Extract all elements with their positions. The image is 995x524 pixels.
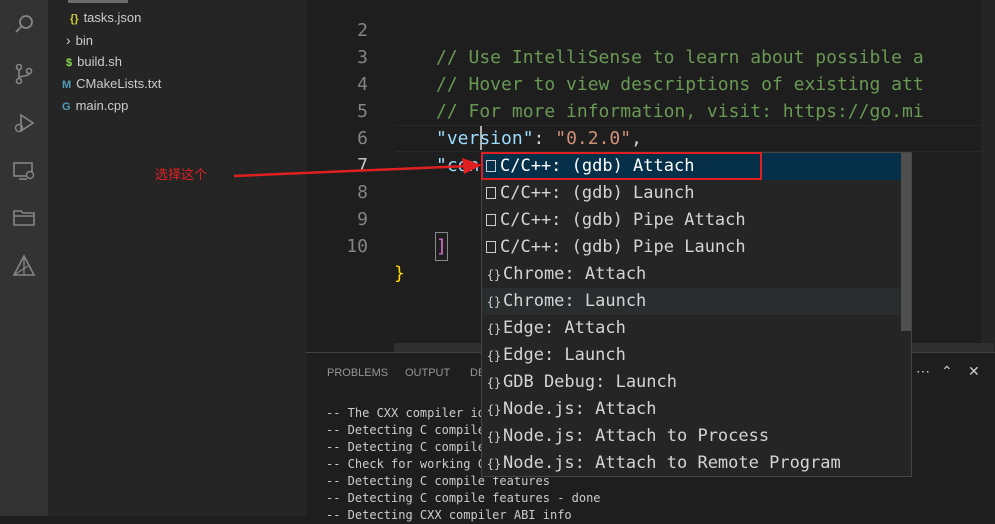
- json-bracket: ]: [435, 232, 448, 261]
- source-control-icon[interactable]: [12, 62, 36, 86]
- explorer-item-label: main.cpp: [75, 98, 129, 113]
- explorer-item-tasks-json[interactable]: {} tasks.json: [70, 7, 141, 29]
- curly-braces-icon: {}: [486, 403, 502, 417]
- curly-braces-icon: {}: [486, 457, 502, 471]
- terminal-line: -- Detecting C compile: [326, 423, 485, 437]
- suggestion-label: C/C++: (gdb) Pipe Attach: [500, 210, 746, 230]
- json-key: "version": [436, 128, 534, 149]
- suggestion-label: C/C++: (gdb) Pipe Launch: [500, 237, 746, 257]
- close-icon[interactable]: ✕: [968, 363, 980, 380]
- code-line: 2 // Use IntelliSense to learn about pos…: [306, 0, 924, 68]
- curly-braces-icon: {}: [486, 295, 502, 309]
- suggestion-item[interactable]: C/C++: (gdb) Pipe Attach: [482, 207, 902, 234]
- cmake-file-icon: M: [62, 79, 72, 91]
- json-string: "0.2.0": [555, 128, 632, 149]
- snippet-icon: [486, 241, 496, 253]
- code-line: 6 "configurations": [: [306, 98, 643, 177]
- suggestion-item[interactable]: {} Node.js: Attach: [482, 396, 902, 423]
- code-comment: // Hover to view descriptions of existin…: [436, 74, 924, 95]
- curly-braces-icon: {}: [486, 430, 502, 444]
- suggestion-label: Edge: Launch: [503, 345, 626, 365]
- suggestion-item[interactable]: {} Chrome: Attach: [482, 261, 902, 288]
- annotation-arrow: [233, 158, 482, 178]
- suggestion-item[interactable]: C/C++: (gdb) Pipe Launch: [482, 234, 902, 261]
- code-line: 4 // For more information, visit: https:…: [306, 44, 924, 122]
- json-comma: ,: [631, 128, 642, 149]
- json-colon: :: [533, 128, 556, 149]
- suggestion-item[interactable]: {} Edge: Launch: [482, 342, 902, 369]
- code-line: 3 // Hover to view descriptions of exist…: [306, 17, 924, 95]
- suggestion-item[interactable]: {} Node.js: Attach to Remote Program: [482, 450, 902, 476]
- line-number: 10: [346, 236, 368, 257]
- chevron-up-icon[interactable]: ⌃: [941, 363, 953, 380]
- explorer-item-clipped[interactable]: [68, 0, 168, 4]
- more-actions-icon[interactable]: ⋯: [916, 363, 930, 380]
- explorer-item-label: CMakeLists.txt: [76, 76, 162, 91]
- code-line: 5 "version": "0.2.0",: [306, 71, 642, 149]
- cmake-icon[interactable]: [12, 254, 36, 278]
- json-file-icon: {}: [70, 13, 79, 25]
- cpp-file-icon: G: [62, 101, 71, 113]
- explorer-item-bin[interactable]: › bin: [66, 29, 93, 51]
- snippet-icon: [486, 187, 496, 199]
- suggestion-item[interactable]: {} Node.js: Attach to Process: [482, 423, 902, 450]
- tab-problems[interactable]: PROBLEMS: [327, 367, 388, 379]
- explorer-item-main-cpp[interactable]: Gmain.cpp: [62, 95, 128, 117]
- suggestion-label: C/C++: (gdb) Launch: [500, 183, 695, 203]
- chevron-right-icon: ›: [66, 32, 71, 48]
- suggestion-label: Chrome: Attach: [503, 264, 647, 284]
- suggestion-scrollbar[interactable]: [901, 153, 911, 331]
- code-comment: // Use IntelliSense to learn about possi…: [436, 47, 924, 68]
- terminal-line: -- Check for working C: [326, 457, 485, 471]
- suggestion-item[interactable]: {} GDB Debug: Launch: [482, 369, 902, 396]
- suggestion-label: Node.js: Attach to Process: [503, 426, 770, 446]
- suggestion-item[interactable]: {} Edge: Attach: [482, 315, 902, 342]
- suggestion-widget: C/C++: (gdb) Attach C/C++: (gdb) Launch …: [481, 152, 912, 477]
- run-debug-icon[interactable]: [12, 111, 36, 135]
- explorer-item-label: build.sh: [77, 54, 122, 69]
- curly-braces-icon: {}: [486, 349, 502, 363]
- explorer-item-label: bin: [75, 33, 94, 48]
- folders-icon[interactable]: [12, 205, 36, 229]
- suggestion-label: Node.js: Attach to Remote Program: [503, 453, 841, 473]
- suggestion-label: GDB Debug: Launch: [503, 372, 677, 392]
- search-icon[interactable]: [12, 12, 36, 36]
- terminal-line: -- Detecting C compile features - done: [326, 491, 601, 505]
- suggestion-item[interactable]: C/C++: (gdb) Launch: [482, 180, 902, 207]
- explorer-item-cmakelists[interactable]: M CMakeLists.txt: [62, 73, 161, 95]
- terminal-line: -- Detecting C compile: [326, 440, 485, 454]
- remote-explorer-icon[interactable]: [12, 159, 36, 183]
- suggestion-label: Chrome: Launch: [503, 291, 647, 311]
- annotation-highlight-box: [481, 152, 762, 180]
- code-line: 10 }: [306, 206, 405, 284]
- suggestion-label: Edge: Attach: [503, 318, 626, 338]
- code-comment: // For more information, visit: https://…: [436, 101, 924, 122]
- curly-braces-icon: {}: [486, 376, 502, 390]
- curly-braces-icon: {}: [486, 322, 502, 336]
- tab-output[interactable]: OUTPUT: [405, 367, 450, 379]
- terminal-line: -- The CXX compiler id: [326, 406, 485, 420]
- activity-bar: [0, 0, 48, 516]
- code-line: 7: [306, 125, 368, 176]
- editor-scrollbar[interactable]: [981, 0, 995, 352]
- shell-file-icon: $: [66, 57, 73, 69]
- suggestion-item[interactable]: {} Chrome: Launch: [482, 288, 902, 315]
- curly-braces-icon: {}: [486, 268, 502, 282]
- snippet-icon: [486, 214, 496, 226]
- json-brace: }: [394, 263, 405, 284]
- explorer-sidebar: {} tasks.json › bin $ build.sh M CMakeLists.…: [48, 0, 306, 516]
- explorer-item-label: tasks.json: [83, 10, 142, 25]
- explorer-item-build-sh[interactable]: $ build.sh: [66, 51, 122, 73]
- annotation-text: 选择这个: [155, 167, 208, 182]
- suggestion-label: Node.js: Attach: [503, 399, 657, 419]
- clipped-item-label: [68, 0, 128, 3]
